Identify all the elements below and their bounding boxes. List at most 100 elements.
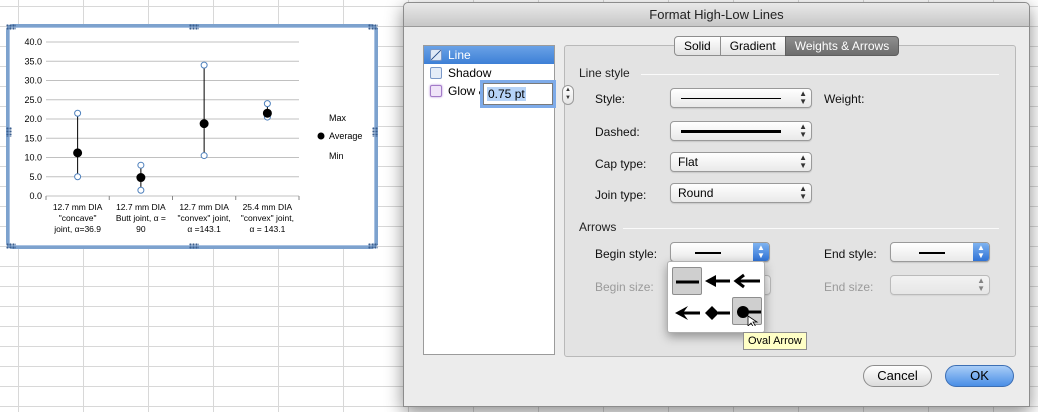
section-divider [641, 74, 999, 75]
weight-label: Weight: [824, 92, 865, 106]
category-item-line[interactable]: Line [424, 46, 554, 64]
ok-button[interactable]: OK [945, 365, 1014, 387]
solid-dash-swatch [681, 130, 781, 133]
legend-label-max: Max [329, 113, 347, 123]
begin-style-popup[interactable]: ▲ ▼ [670, 242, 770, 262]
x-tick-label: 90 [136, 224, 146, 234]
diamond-arrow-icon [705, 306, 730, 320]
y-tick-label: 30.0 [24, 76, 42, 86]
cap-type-value: Flat [678, 155, 699, 169]
no-arrow-option[interactable] [672, 267, 702, 295]
tab-solid[interactable]: Solid [674, 36, 721, 56]
legend-label-average: Average [329, 131, 362, 141]
x-tick-label: "convex" joint, [241, 213, 294, 223]
y-tick-label: 25.0 [24, 95, 42, 105]
line-style-section-title: Line style [579, 66, 630, 80]
chart-object[interactable]: 0.0 5.0 10.0 15.0 20.0 25.0 30.0 35.0 40.0 12.7 m… [6, 24, 378, 249]
x-tick-label: 12.7 mm DIA [116, 202, 166, 212]
thin-line-swatch [681, 98, 781, 99]
open-arrow-option[interactable] [732, 267, 762, 295]
join-type-popup[interactable]: Round ▲ ▼ [670, 183, 812, 203]
category-label: Shadow [448, 66, 492, 80]
style-label: Style: [595, 92, 626, 106]
popup-arrows-icon: ▲ ▼ [973, 243, 989, 261]
x-tick-label: α =143.1 [187, 224, 221, 234]
legend-label-min: Min [329, 151, 344, 161]
arrows-section-title: Arrows [579, 220, 617, 234]
join-type-value: Round [678, 186, 714, 200]
max-point [74, 109, 82, 117]
no-arrow-swatch [695, 252, 721, 254]
max-point [137, 161, 145, 169]
category-label: Line [448, 48, 471, 62]
y-tick-label: 5.0 [29, 172, 42, 182]
x-tick-label: α = 143.1 [249, 224, 285, 234]
no-arrow-swatch [919, 252, 945, 254]
popup-arrows-icon: ▲ ▼ [799, 153, 807, 170]
tab-gradient[interactable]: Gradient [719, 36, 786, 56]
dialog-title: Format High-Low Lines [404, 3, 1029, 27]
oval-arrow-option[interactable] [732, 297, 762, 329]
popup-arrows-icon: ▲ ▼ [753, 243, 769, 261]
popup-arrows-icon: ▲ ▼ [799, 184, 807, 201]
x-tick-label: Butt joint, α = [116, 213, 166, 223]
min-point [137, 186, 145, 194]
arrow-style-palette [667, 261, 765, 333]
stealth-arrow-icon [675, 306, 700, 320]
end-size-popup[interactable]: ▲ ▼ [890, 275, 990, 295]
shadow-icon [430, 67, 442, 79]
oval-arrow-tooltip: Oval Arrow [743, 332, 807, 350]
min-point [74, 173, 82, 181]
y-tick-label: 20.0 [24, 114, 42, 124]
cap-type-label: Cap type: [595, 157, 647, 171]
popup-arrows-icon: ▲ ▼ [977, 276, 985, 293]
no-arrow-icon [676, 280, 699, 284]
weight-value: 0.75 pt [487, 87, 526, 101]
x-tick-label: 25.4 mm DIA [243, 202, 293, 212]
style-popup[interactable]: ▲ ▼ [670, 88, 812, 108]
min-point [200, 152, 208, 160]
begin-size-label: Begin size: [595, 280, 654, 294]
oval-arrow-icon [737, 306, 761, 329]
format-high-low-lines-dialog: Format High-Low Lines Line Shadow Glow &… [403, 2, 1030, 407]
x-tick-label: joint, α=36.9 [53, 224, 101, 234]
average-point [199, 119, 209, 129]
max-point [263, 100, 271, 108]
x-tick-label: 12.7 mm DIA [179, 202, 229, 212]
settings-panel: Line style Style: ▲ ▼ Weight: Dashed: ▲ ▼ … [564, 45, 1016, 357]
y-tick-label: 15.0 [24, 133, 42, 143]
begin-style-label: Begin style: [595, 247, 658, 261]
cap-type-popup[interactable]: Flat ▲ ▼ [670, 152, 812, 172]
average-point [262, 108, 272, 118]
category-item-shadow[interactable]: Shadow [424, 64, 554, 82]
popup-arrows-icon: ▲ ▼ [799, 122, 807, 139]
dashed-label: Dashed: [595, 125, 640, 139]
join-type-label: Join type: [595, 188, 647, 202]
stealth-arrow-option[interactable] [672, 299, 702, 327]
triangle-arrow-option[interactable] [702, 267, 732, 295]
diamond-arrow-option[interactable] [702, 299, 732, 327]
weight-field[interactable]: 0.75 pt [483, 83, 553, 105]
y-tick-label: 10.0 [24, 153, 42, 163]
x-tick-label: "convex" joint, [177, 213, 230, 223]
average-point [73, 148, 83, 158]
high-low-chart: 0.0 5.0 10.0 15.0 20.0 25.0 30.0 35.0 40.0 12.7 m… [24, 37, 362, 234]
glow-icon [430, 85, 442, 97]
tab-weights-arrows[interactable]: Weights & Arrows [784, 36, 900, 56]
end-size-label: End size: [824, 280, 874, 294]
x-tick-label: 12.7 mm DIA [53, 202, 103, 212]
popup-arrows-icon: ▲ ▼ [799, 89, 807, 106]
open-arrow-icon [733, 273, 760, 289]
tab-bar: Solid Gradient Weights & Arrows [674, 36, 900, 56]
x-tick-label: "concave" [59, 213, 97, 223]
y-tick-label: 40.0 [24, 37, 42, 47]
end-style-label: End style: [824, 247, 877, 261]
cancel-button[interactable]: Cancel [863, 365, 932, 387]
end-style-popup[interactable]: ▲ ▼ [890, 242, 990, 262]
line-style-icon [430, 49, 442, 61]
y-tick-label: 0.0 [29, 191, 42, 201]
weight-stepper[interactable]: ▲ ▼ [562, 85, 574, 105]
legend-marker-average [317, 132, 325, 140]
average-point [136, 173, 146, 183]
dashed-popup[interactable]: ▲ ▼ [670, 121, 812, 141]
